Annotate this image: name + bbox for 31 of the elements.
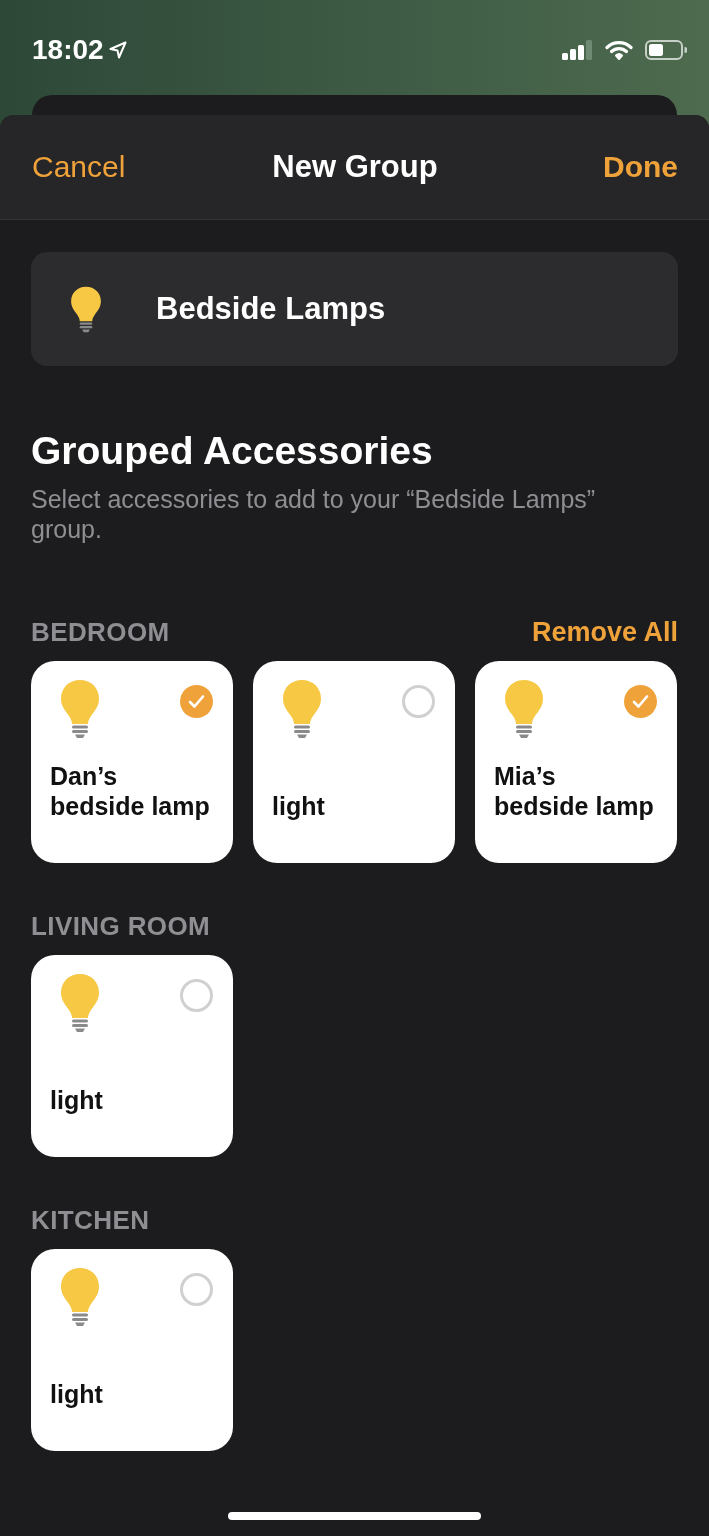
accessory-tile[interactable]: light	[31, 1249, 233, 1451]
section-heading: Grouped Accessories	[31, 428, 434, 474]
remove-all-button[interactable]: Remove All	[531, 617, 678, 647]
battery-icon	[645, 40, 687, 60]
nav-title: New Group	[272, 149, 438, 185]
group-name-field[interactable]: Bedside Lamps	[31, 252, 678, 366]
location-arrow-icon	[108, 41, 127, 59]
room-header: KITCHEN	[31, 1205, 150, 1235]
light-bulb-icon	[60, 973, 100, 1033]
cancel-button[interactable]: Cancel	[32, 150, 126, 184]
room-header: BEDROOM	[31, 617, 170, 647]
section-description: Select accessories to add to your “Bedside Lamps” group.	[31, 484, 597, 544]
accessory-name: light	[50, 1379, 104, 1409]
accessory-name: Mia’s bedside lamp	[494, 761, 655, 821]
accessory-name: light	[272, 791, 326, 821]
accessory-tile[interactable]: light	[31, 955, 233, 1157]
signal-bars-icon	[562, 40, 593, 60]
light-bulb-icon	[68, 286, 104, 333]
accessory-name: light	[50, 1085, 104, 1115]
accessory-tile[interactable]: Mia’s bedside lamp	[475, 661, 677, 863]
done-button[interactable]: Done	[603, 150, 678, 184]
light-bulb-icon	[282, 679, 322, 739]
light-bulb-icon	[60, 679, 100, 739]
light-bulb-icon	[60, 1267, 100, 1327]
accessory-name: Dan’s bedside lamp	[50, 761, 211, 821]
room-header: LIVING ROOM	[31, 911, 211, 941]
accessory-tile[interactable]: Dan’s bedside lamp	[31, 661, 233, 863]
status-time: 18:02	[32, 33, 104, 67]
accessory-tile[interactable]: light	[253, 661, 455, 863]
wifi-icon	[605, 40, 633, 60]
light-bulb-icon	[504, 679, 544, 739]
